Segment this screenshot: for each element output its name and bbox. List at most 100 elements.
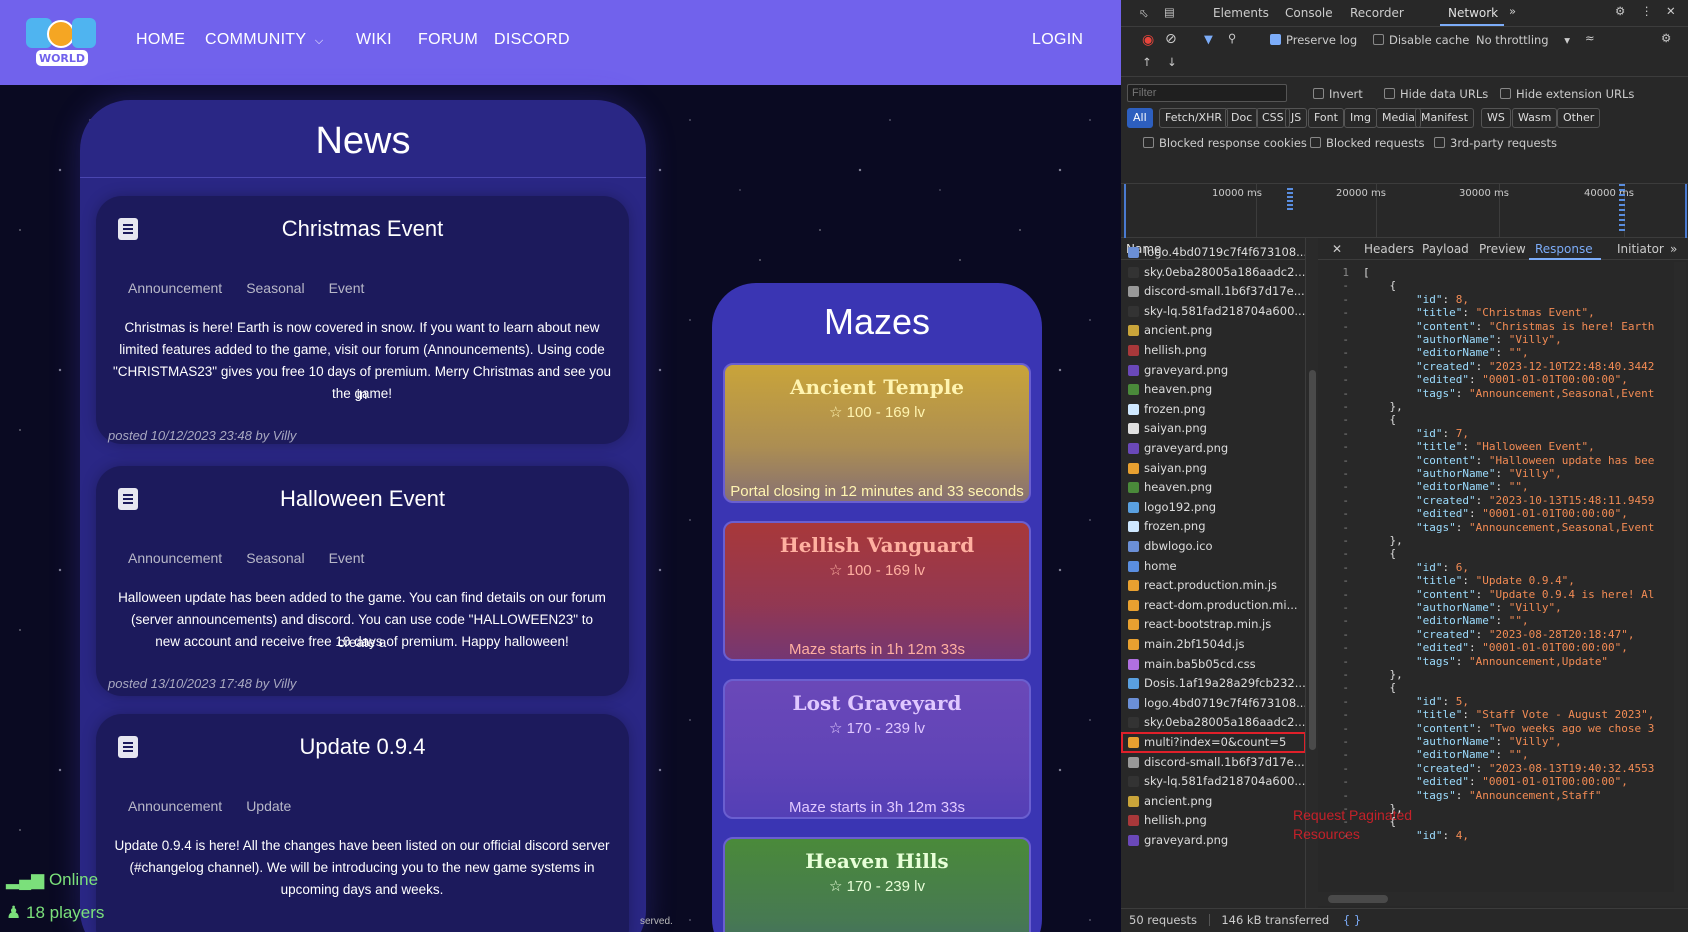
request-row[interactable]: heaven.png	[1121, 379, 1305, 400]
request-row[interactable]: react-bootstrap.min.js	[1121, 614, 1305, 635]
type-filter-wasm[interactable]: Wasm	[1512, 108, 1558, 128]
device-toolbar-icon[interactable]: ▤	[1164, 5, 1175, 19]
request-row[interactable]: dbwlogo.ico	[1121, 536, 1305, 557]
more-tabs-icon[interactable]: »	[1509, 4, 1516, 18]
request-row[interactable]: graveyard.png	[1121, 830, 1305, 851]
news-tag[interactable]: Seasonal	[246, 550, 304, 566]
network-settings-icon[interactable]: ⚙	[1661, 31, 1671, 45]
request-row[interactable]: graveyard.png	[1121, 438, 1305, 459]
type-filter-doc[interactable]: Doc	[1225, 108, 1259, 128]
tab-headers[interactable]: Headers	[1364, 242, 1414, 256]
type-filter-fetchxhr[interactable]: Fetch/XHR	[1159, 108, 1228, 128]
response-body[interactable]: 1[- {- "id": 8, - "title": "Christmas Eve…	[1318, 262, 1674, 892]
type-filter-font[interactable]: Font	[1308, 108, 1344, 128]
export-har-icon[interactable]: ↓	[1167, 55, 1177, 69]
response-hscrollbar[interactable]	[1318, 892, 1688, 906]
hide-extension-urls-checkbox[interactable]: Hide extension URLs	[1500, 87, 1634, 101]
request-row[interactable]: react.production.min.js	[1121, 575, 1305, 596]
nav-discord[interactable]: DISCORD	[494, 31, 570, 49]
news-tag[interactable]: Update	[246, 798, 291, 814]
request-row[interactable]: saiyan.png	[1121, 458, 1305, 479]
type-filter-all[interactable]: All	[1127, 108, 1153, 128]
filter-icon[interactable]: ▼	[1204, 32, 1213, 46]
response-scrollbar[interactable]	[1674, 262, 1686, 892]
nav-home[interactable]: HOME	[136, 31, 185, 49]
nav-login[interactable]: LOGIN	[1032, 31, 1083, 49]
news-tag[interactable]: Announcement	[128, 798, 222, 814]
tab-recorder[interactable]: Recorder	[1350, 6, 1404, 20]
hide-data-urls-checkbox[interactable]: Hide data URLs	[1384, 87, 1488, 101]
close-icon[interactable]: ✕	[1332, 242, 1342, 256]
inspect-icon[interactable]: ⬁	[1139, 6, 1149, 20]
request-row[interactable]: frozen.png	[1121, 399, 1305, 420]
type-filter-img[interactable]: Img	[1344, 108, 1377, 128]
invert-checkbox[interactable]: Invert	[1313, 87, 1363, 101]
request-row[interactable]: home	[1121, 556, 1305, 577]
tab-preview[interactable]: Preview	[1479, 242, 1526, 256]
tab-elements[interactable]: Elements	[1213, 6, 1269, 20]
request-row[interactable]: multi?index=0&count=5	[1121, 732, 1305, 753]
record-icon[interactable]: ◉	[1142, 32, 1154, 48]
network-conditions-icon[interactable]: ≈	[1585, 31, 1595, 45]
scrollbar-thumb[interactable]	[1309, 370, 1316, 750]
throttling-select[interactable]: No throttling ▾	[1476, 33, 1570, 47]
request-row[interactable]: graveyard.png	[1121, 360, 1305, 381]
request-row[interactable]: sky-lq.581fad218704a600...	[1121, 301, 1305, 322]
network-timeline[interactable]: 10000 ms 20000 ms 30000 ms 40000 ms	[1121, 184, 1688, 238]
request-row[interactable]: react-dom.production.mi...	[1121, 595, 1305, 616]
request-row[interactable]: frozen.png	[1121, 516, 1305, 537]
type-filter-manifest[interactable]: Manifest	[1415, 108, 1474, 128]
blocked-requests-checkbox[interactable]: Blocked requests	[1310, 136, 1424, 150]
request-row[interactable]: main.2bf1504d.js	[1121, 634, 1305, 655]
request-row[interactable]: heaven.png	[1121, 477, 1305, 498]
news-tag[interactable]: Announcement	[128, 550, 222, 566]
request-row[interactable]: logo.4bd0719c7f4f673108...	[1121, 693, 1305, 714]
clear-icon[interactable]: ⊘	[1165, 31, 1177, 47]
kebab-menu-icon[interactable]: ⋮	[1641, 4, 1653, 18]
third-party-checkbox[interactable]: 3rd-party requests	[1434, 136, 1557, 150]
nav-wiki[interactable]: WIKI	[356, 31, 392, 49]
request-row[interactable]: hellish.png	[1121, 340, 1305, 361]
nav-community[interactable]: COMMUNITY ⌵	[205, 31, 323, 49]
filter-input[interactable]	[1127, 84, 1287, 102]
tab-payload[interactable]: Payload	[1422, 242, 1469, 256]
nav-forum[interactable]: FORUM	[418, 31, 478, 49]
type-filter-other[interactable]: Other	[1557, 108, 1601, 128]
type-filter-js[interactable]: JS	[1285, 108, 1308, 128]
request-row[interactable]: discord-small.1b6f37d17e...	[1121, 281, 1305, 302]
maze-card[interactable]: Heaven Hills ☆ 170 - 239 lv	[723, 837, 1031, 932]
site-logo[interactable]: WORLD	[24, 14, 98, 70]
request-row[interactable]: hellish.png	[1121, 810, 1305, 831]
request-row[interactable]: saiyan.png	[1121, 418, 1305, 439]
request-row[interactable]: sky-lq.581fad218704a600...	[1121, 771, 1305, 792]
request-row[interactable]: sky.0eba28005a186aadc2...	[1121, 262, 1305, 283]
type-filter-ws[interactable]: WS	[1481, 108, 1511, 128]
news-tag[interactable]: Seasonal	[246, 280, 304, 296]
format-icon[interactable]: { }	[1343, 913, 1361, 927]
news-tag[interactable]: Event	[329, 280, 365, 296]
request-row[interactable]: ancient.png	[1121, 320, 1305, 341]
tab-network[interactable]: Network	[1448, 6, 1498, 20]
request-row[interactable]: ancient.png	[1121, 791, 1305, 812]
more-tabs-icon[interactable]: »	[1670, 242, 1677, 256]
maze-card[interactable]: Hellish Vanguard ☆ 100 - 169 lv Maze sta…	[723, 521, 1031, 661]
maze-card[interactable]: Lost Graveyard ☆ 170 - 239 lv Maze start…	[723, 679, 1031, 819]
news-tag[interactable]: Announcement	[128, 280, 222, 296]
tab-console[interactable]: Console	[1285, 6, 1333, 20]
disable-cache-checkbox[interactable]: Disable cache	[1373, 33, 1469, 47]
request-row[interactable]: Dosis.1af19a28a29fcb232...	[1121, 673, 1305, 694]
preserve-log-checkbox[interactable]: Preserve log	[1270, 33, 1357, 47]
request-row[interactable]: discord-small.1b6f37d17e...	[1121, 752, 1305, 773]
request-row[interactable]: logo.4bd0719c7f4f673108...	[1121, 242, 1305, 263]
tab-initiator[interactable]: Initiator	[1617, 242, 1664, 256]
news-tag[interactable]: Event	[329, 550, 365, 566]
close-icon[interactable]: ✕	[1666, 4, 1676, 18]
request-row[interactable]: main.ba5b05cd.css	[1121, 654, 1305, 675]
blocked-cookies-checkbox[interactable]: Blocked response cookies	[1143, 136, 1307, 150]
maze-card[interactable]: Ancient Temple ☆ 100 - 169 lv Portal clo…	[723, 363, 1031, 503]
import-har-icon[interactable]: ↑	[1142, 55, 1152, 69]
search-icon[interactable]: ⚲	[1228, 31, 1236, 45]
request-row[interactable]: sky.0eba28005a186aadc2...	[1121, 712, 1305, 733]
tab-response[interactable]: Response	[1535, 242, 1593, 256]
gear-icon[interactable]: ⚙	[1615, 4, 1625, 18]
